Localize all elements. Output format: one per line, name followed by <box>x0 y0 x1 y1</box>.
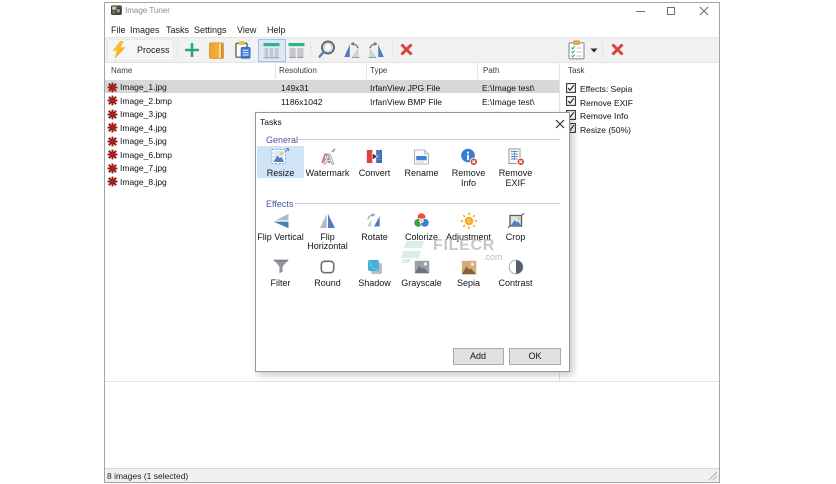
svg-text:A: A <box>323 151 334 166</box>
